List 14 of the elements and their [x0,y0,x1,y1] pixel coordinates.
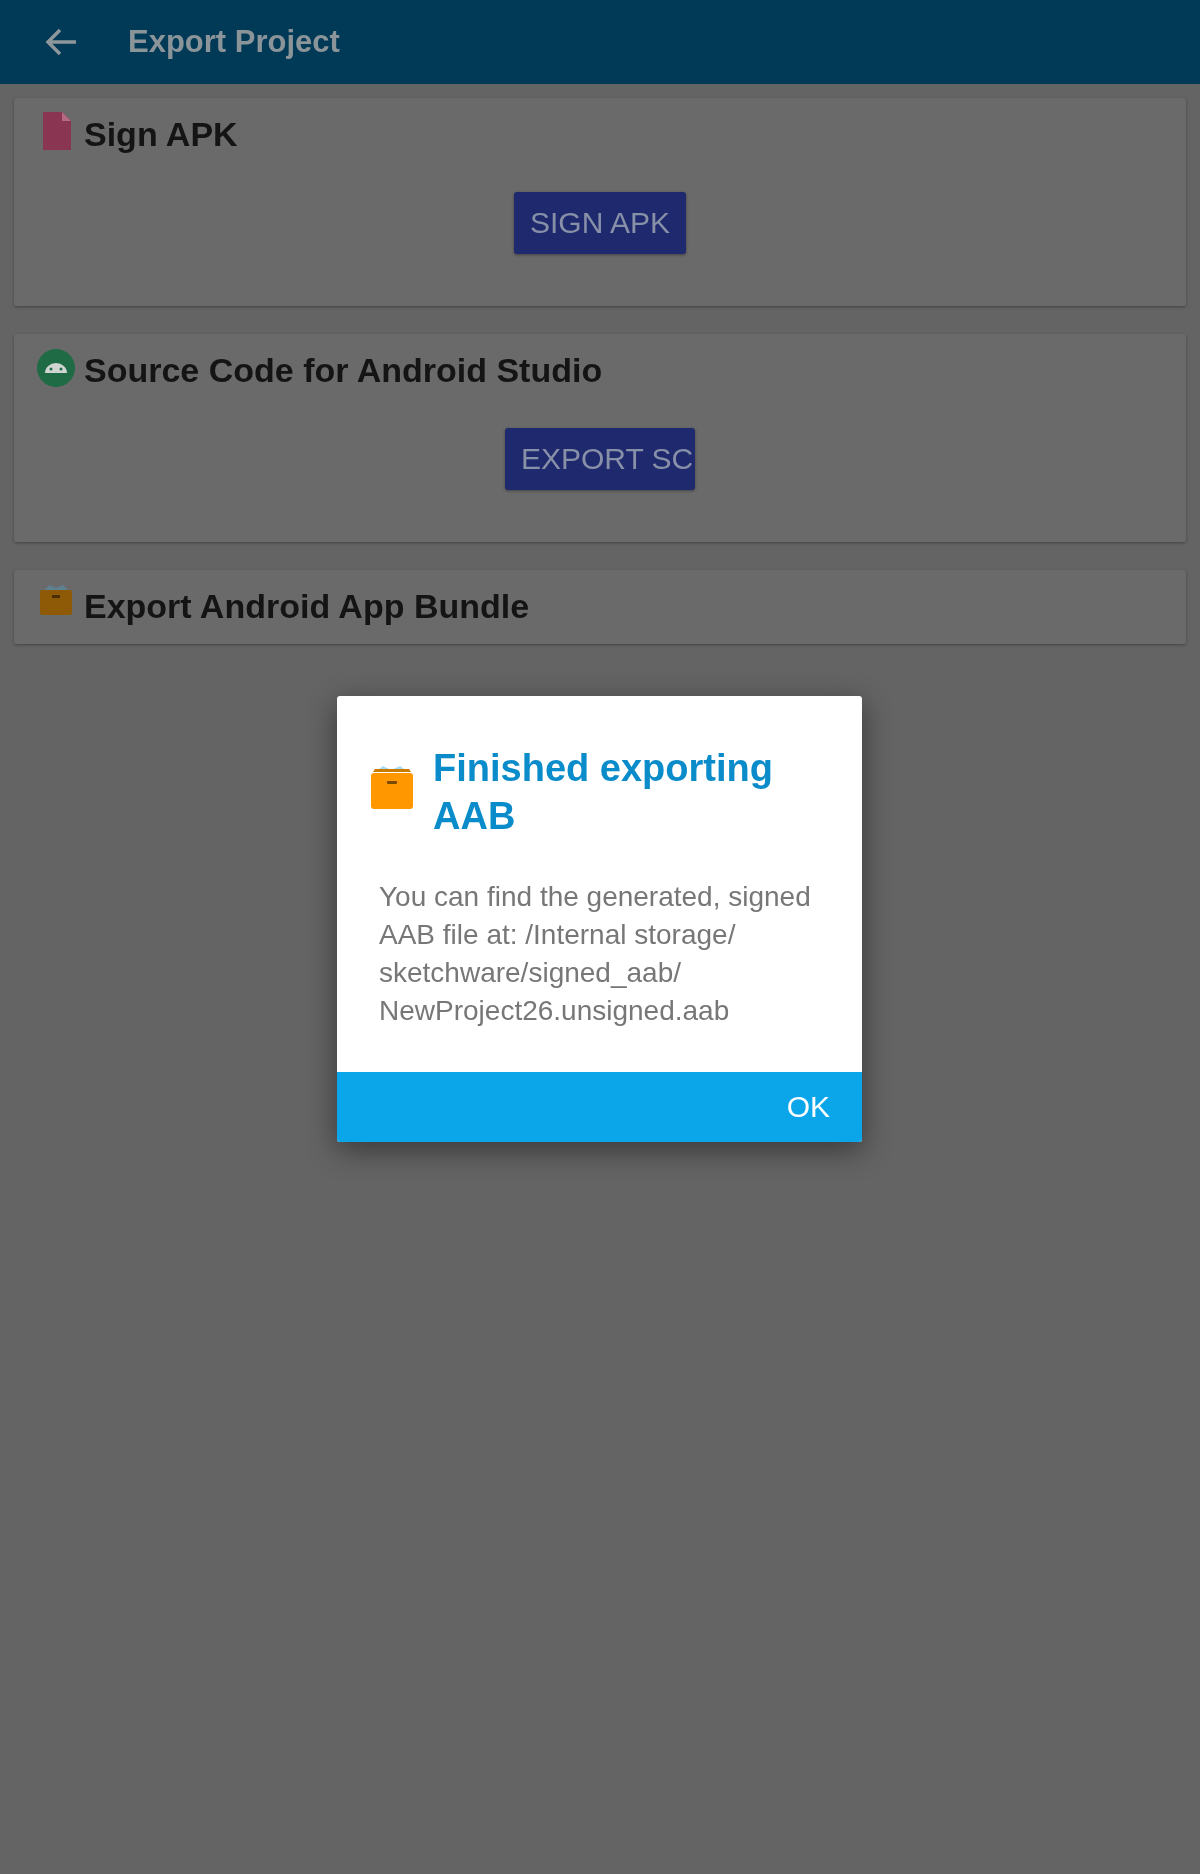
apk-file-icon [41,112,71,150]
screen-title: Export Project [128,24,340,60]
export-button[interactable]: EXPORT SC [505,428,695,490]
ok-button[interactable]: OK [780,1086,836,1128]
card-title: Source Code for Android Studio [84,350,603,390]
box-icon [369,764,415,810]
dialog-title: Finished exporting AAB [433,746,774,839]
card-title: Export Android App Bundle [84,586,530,626]
card-title: Sign APK [84,114,238,154]
dialog-message: You can find the generated, signed AAB file at: /Internal storage/sketchware/signed_aab/NewProject26.unsigned.aab [378,880,812,1028]
back-arrow-icon[interactable] [44,27,78,57]
sign-apk-button[interactable]: SIGN APK [513,192,687,254]
box-icon [39,584,73,616]
android-icon [36,348,76,388]
